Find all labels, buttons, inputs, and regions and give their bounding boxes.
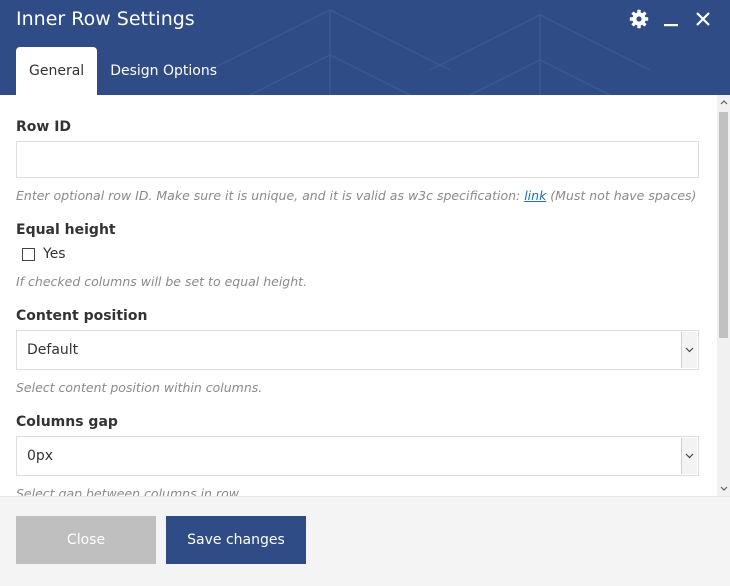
row-id-help: Enter optional row ID. Make sure it is u…	[16, 188, 696, 204]
equal-height-checkbox[interactable]	[22, 247, 35, 261]
content-position-label: Content position	[16, 308, 148, 324]
chevron-down-icon	[685, 347, 694, 353]
content-position-select[interactable]: Default	[16, 330, 699, 370]
w3c-spec-link[interactable]: link	[524, 188, 546, 203]
dialog-header: Inner Row Settings General Design Option…	[0, 0, 730, 95]
scroll-up-button[interactable]	[717, 95, 730, 110]
dialog-footer: Close Save changes	[0, 496, 730, 586]
scroll-down-button[interactable]	[717, 481, 730, 496]
content-position-dropdown-arrow[interactable]	[681, 332, 697, 368]
scroll-thumb[interactable]	[719, 112, 728, 338]
dialog-title: Inner Row Settings	[16, 8, 195, 30]
settings-button[interactable]	[628, 8, 650, 30]
chevron-up-icon	[720, 100, 727, 105]
equal-height-label: Equal height	[16, 222, 116, 238]
columns-gap-label: Columns gap	[16, 414, 118, 430]
row-id-input[interactable]	[16, 141, 699, 178]
close-button[interactable]: Close	[16, 516, 156, 564]
row-id-label: Row ID	[16, 119, 72, 135]
tab-general[interactable]: General	[16, 47, 98, 95]
gear-icon	[629, 9, 649, 29]
row-id-help-suffix: (Must not have spaces)	[546, 188, 697, 203]
columns-gap-value: 0px	[27, 448, 54, 464]
settings-dialog: Inner Row Settings General Design Option…	[0, 0, 730, 586]
row-id-help-text: Enter optional row ID. Make sure it is u…	[16, 188, 525, 203]
dialog-tabs: General Design Options	[16, 47, 230, 95]
equal-height-option: Yes	[22, 246, 66, 262]
content-position-value: Default	[27, 342, 79, 358]
save-changes-button[interactable]: Save changes	[166, 516, 306, 564]
columns-gap-dropdown-arrow[interactable]	[681, 438, 697, 474]
tab-design-options[interactable]: Design Options	[97, 47, 230, 95]
columns-gap-help: Select gap between columns in row.	[16, 486, 243, 496]
settings-content: Row ID Enter optional row ID. Make sure …	[0, 95, 730, 496]
header-controls	[628, 8, 714, 30]
equal-height-help: If checked columns will be set to equal …	[16, 274, 308, 289]
close-icon	[696, 12, 710, 26]
minimize-button[interactable]	[660, 8, 682, 30]
close-dialog-button[interactable]	[692, 8, 714, 30]
content-scrollbar[interactable]	[717, 95, 730, 496]
minimize-icon	[664, 24, 678, 27]
equal-height-option-label[interactable]: Yes	[43, 246, 66, 262]
content-position-help: Select content position within columns.	[16, 380, 263, 395]
columns-gap-select[interactable]: 0px	[16, 436, 699, 476]
chevron-down-icon	[685, 453, 694, 459]
chevron-down-icon	[720, 486, 727, 491]
